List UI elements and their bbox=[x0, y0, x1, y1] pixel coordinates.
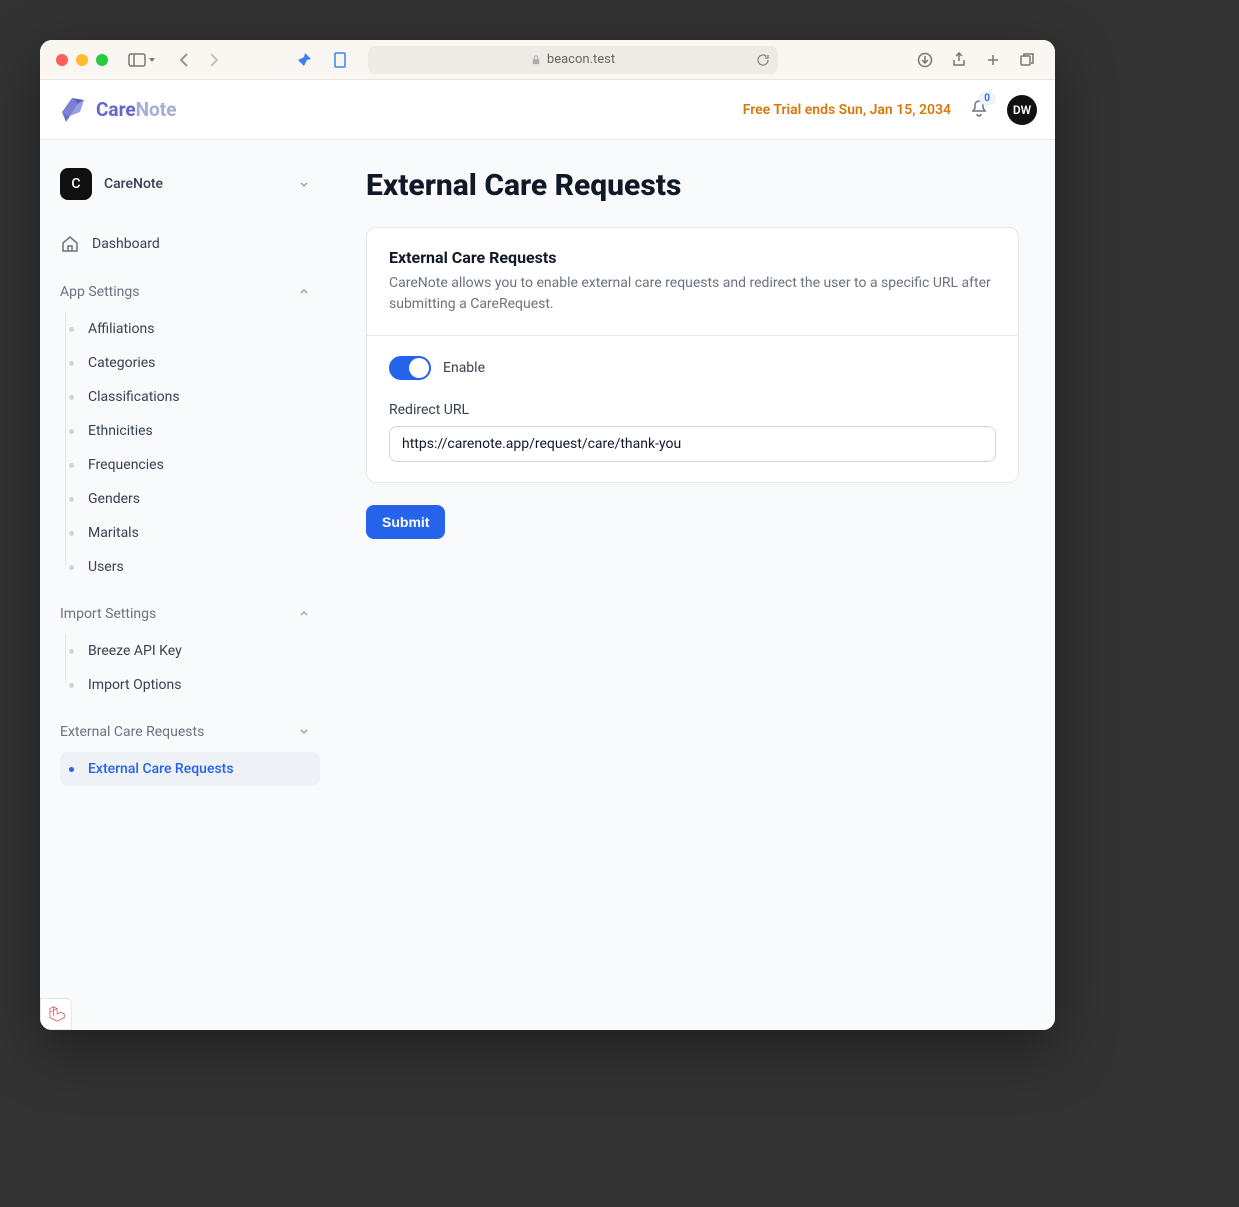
sidebar-item-affiliations[interactable]: Affiliations bbox=[60, 312, 320, 346]
avatar[interactable]: DW bbox=[1007, 95, 1037, 125]
notification-badge: 0 bbox=[979, 92, 995, 105]
forward-button[interactable] bbox=[202, 48, 226, 72]
reload-icon[interactable] bbox=[756, 53, 770, 67]
back-button[interactable] bbox=[172, 48, 196, 72]
subnav-app-settings: Affiliations Categories Classifications … bbox=[60, 312, 320, 584]
section-label: Import Settings bbox=[60, 606, 156, 622]
sidebar-item-classifications[interactable]: Classifications bbox=[60, 380, 320, 414]
home-icon bbox=[60, 234, 80, 254]
sidebar-item-genders[interactable]: Genders bbox=[60, 482, 320, 516]
sidebar-item-breeze-api[interactable]: Breeze API Key bbox=[60, 634, 320, 668]
main-content: External Care Requests External Care Req… bbox=[330, 140, 1055, 1030]
card-title: External Care Requests bbox=[389, 248, 996, 267]
nav-label: Dashboard bbox=[92, 236, 160, 252]
sidebar-item-import-options[interactable]: Import Options bbox=[60, 668, 320, 702]
pin-icon[interactable] bbox=[292, 48, 316, 72]
maximize-window[interactable] bbox=[96, 54, 108, 66]
sidebar-item-categories[interactable]: Categories bbox=[60, 346, 320, 380]
settings-card: External Care Requests CareNote allows y… bbox=[366, 227, 1019, 483]
sidebar-item-frequencies[interactable]: Frequencies bbox=[60, 448, 320, 482]
sidebar-item-maritals[interactable]: Maritals bbox=[60, 516, 320, 550]
subnav-external: External Care Requests bbox=[60, 752, 320, 786]
share-icon[interactable] bbox=[947, 48, 971, 72]
chevron-down-icon bbox=[298, 175, 310, 194]
section-label: App Settings bbox=[60, 284, 139, 300]
page-title: External Care Requests bbox=[366, 168, 1019, 203]
section-label: External Care Requests bbox=[60, 724, 204, 740]
tabs-icon[interactable] bbox=[1015, 48, 1039, 72]
chevron-up-icon bbox=[298, 285, 310, 300]
browser-window: beacon.test CareNote Free Trial ends Sun… bbox=[40, 40, 1055, 1030]
download-icon[interactable] bbox=[913, 48, 937, 72]
address-bar[interactable]: beacon.test bbox=[368, 46, 778, 74]
sidebar: C CareNote Dashboard App Settings Affili… bbox=[40, 140, 330, 1030]
card-header: External Care Requests CareNote allows y… bbox=[367, 228, 1018, 336]
doc-icon[interactable] bbox=[328, 48, 352, 72]
section-external-care[interactable]: External Care Requests bbox=[50, 716, 320, 748]
nav-buttons bbox=[172, 48, 226, 72]
subnav-import-settings: Breeze API Key Import Options bbox=[60, 634, 320, 702]
app-logo[interactable]: CareNote bbox=[58, 94, 176, 126]
redirect-url-input[interactable] bbox=[389, 426, 996, 462]
enable-toggle-row: Enable bbox=[389, 356, 996, 380]
close-window[interactable] bbox=[56, 54, 68, 66]
submit-button[interactable]: Submit bbox=[366, 505, 445, 539]
section-app-settings[interactable]: App Settings bbox=[50, 276, 320, 308]
browser-titlebar: beacon.test bbox=[40, 40, 1055, 80]
lock-icon bbox=[531, 55, 541, 65]
toggle-knob bbox=[409, 358, 429, 378]
redirect-url-label: Redirect URL bbox=[389, 402, 996, 418]
org-name: CareNote bbox=[104, 176, 163, 192]
card-body: Enable Redirect URL bbox=[367, 336, 1018, 482]
toggle-label: Enable bbox=[443, 360, 485, 376]
sidebar-item-ethnicities[interactable]: Ethnicities bbox=[60, 414, 320, 448]
section-import-settings[interactable]: Import Settings bbox=[50, 598, 320, 630]
sidebar-item-dashboard[interactable]: Dashboard bbox=[50, 226, 320, 262]
card-description: CareNote allows you to enable external c… bbox=[389, 273, 996, 315]
sidebar-toggle[interactable] bbox=[128, 53, 156, 67]
sidebar-item-external-care[interactable]: External Care Requests bbox=[60, 752, 320, 786]
laravel-badge[interactable] bbox=[40, 998, 72, 1030]
logo-text: CareNote bbox=[96, 98, 176, 121]
traffic-lights bbox=[56, 54, 108, 66]
logo-icon bbox=[58, 94, 90, 126]
laravel-icon bbox=[47, 1005, 65, 1023]
chevron-up-icon bbox=[298, 607, 310, 622]
sidebar-item-users[interactable]: Users bbox=[60, 550, 320, 584]
app-topnav: CareNote Free Trial ends Sun, Jan 15, 20… bbox=[40, 80, 1055, 140]
org-icon: C bbox=[60, 168, 92, 200]
enable-toggle[interactable] bbox=[389, 356, 431, 380]
new-tab-icon[interactable] bbox=[981, 48, 1005, 72]
trial-banner[interactable]: Free Trial ends Sun, Jan 15, 2034 bbox=[743, 102, 951, 118]
org-switcher[interactable]: C CareNote bbox=[50, 160, 320, 208]
address-text: beacon.test bbox=[547, 52, 615, 67]
chevron-down-icon bbox=[298, 725, 310, 740]
notifications-button[interactable]: 0 bbox=[969, 98, 989, 122]
minimize-window[interactable] bbox=[76, 54, 88, 66]
